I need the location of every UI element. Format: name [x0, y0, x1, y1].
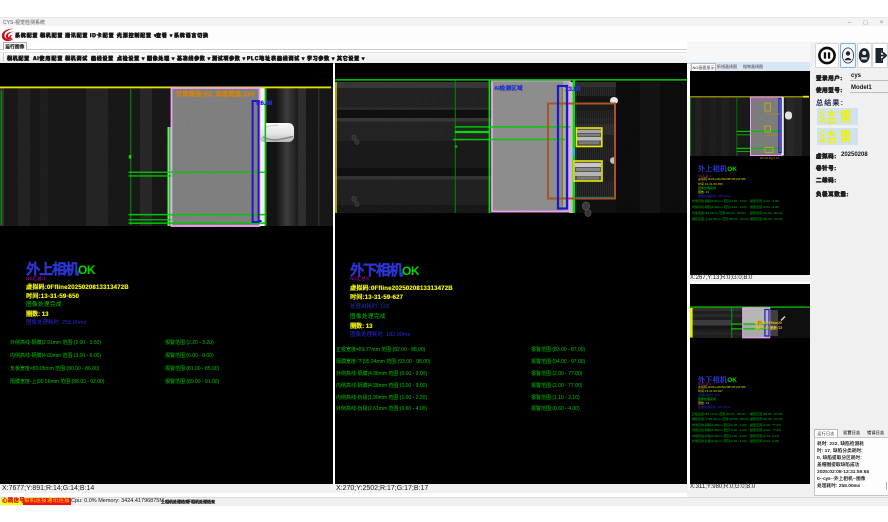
svg-text:虚拟码:0Ffline20: 虚拟码:0Ffline20 [755, 320, 782, 325]
svg-text:R6.48 Rg:7.10: R6.48 Rg:7.10 [760, 156, 780, 160]
svg-text:73.48|2.9: 73.48|2.9 [767, 112, 780, 116]
svg-text:耗时:182 圈数:13: 耗时:182 圈数:13 [754, 325, 782, 330]
svg-text:13.01|8: 13.01|8 [767, 133, 777, 137]
